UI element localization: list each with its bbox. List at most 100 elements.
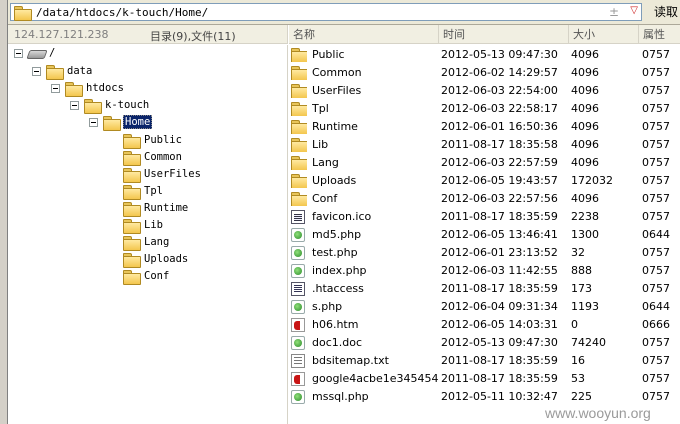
file-row[interactable]: UserFiles 2012-06-03 22:54:00 4096 0757 bbox=[289, 82, 680, 100]
file-row[interactable]: google4acbe1e3454543...2011-08-17 18:35:… bbox=[289, 370, 680, 388]
collapse-icon[interactable] bbox=[89, 117, 98, 127]
file-icon-cell bbox=[291, 354, 307, 368]
file-row[interactable]: h06.htm 2012-06-05 14:03:31 0 0666 bbox=[289, 316, 680, 334]
tree-node-userfiles[interactable]: UserFiles bbox=[123, 166, 202, 183]
folder-icon bbox=[291, 138, 307, 152]
tree-node-lang[interactable]: Lang bbox=[123, 234, 170, 251]
file-row[interactable]: bdsitemap.txt 2011-08-17 18:35:59 16 0757 bbox=[289, 352, 680, 370]
tree-node-lib[interactable]: Lib bbox=[123, 217, 164, 234]
file-row[interactable]: mssql.php 2012-05-11 10:32:47 225 0757 bbox=[289, 388, 680, 406]
file-row[interactable]: md5.php 2012-06-05 13:46:41 1300 0644 bbox=[289, 226, 680, 244]
path-bar: /data/htdocs/k-touch/Home/ ± ▽ 读取 bbox=[8, 0, 680, 25]
file-name: Common bbox=[312, 66, 362, 79]
collapse-icon[interactable] bbox=[32, 66, 41, 76]
file-list-header: 名称 时间 大小 属性 bbox=[289, 25, 680, 44]
tree-label: data bbox=[67, 65, 93, 77]
tree-node-data[interactable]: data bbox=[32, 63, 93, 80]
background-window-edge bbox=[0, 0, 8, 424]
file-perm: 0757 bbox=[642, 192, 670, 205]
clear-icon[interactable]: ± bbox=[609, 5, 619, 19]
column-perm[interactable]: 属性 bbox=[639, 25, 680, 44]
tree-node-public[interactable]: Public bbox=[123, 132, 183, 149]
column-size[interactable]: 大小 bbox=[569, 25, 639, 44]
chevron-down-icon[interactable]: ▽ bbox=[630, 5, 638, 16]
file-perm: 0757 bbox=[642, 336, 670, 349]
tree-node-conf[interactable]: Conf bbox=[123, 268, 170, 285]
file-perm: 0757 bbox=[642, 282, 670, 295]
column-name[interactable]: 名称 bbox=[289, 25, 439, 44]
file-name: index.php bbox=[312, 264, 367, 277]
file-row[interactable]: test.php 2012-06-01 23:13:52 32 0757 bbox=[289, 244, 680, 262]
file-row[interactable]: Tpl 2012-06-03 22:58:17 4096 0757 bbox=[289, 100, 680, 118]
tree-node-tpl[interactable]: Tpl bbox=[123, 183, 164, 200]
text-file-icon bbox=[291, 354, 305, 368]
file-name: Runtime bbox=[312, 120, 358, 133]
file-time: 2012-06-05 13:46:41 bbox=[441, 228, 558, 241]
file-time: 2012-06-03 22:58:17 bbox=[441, 102, 558, 115]
file-row[interactable]: doc1.doc 2012-05-13 09:47:30 74240 0757 bbox=[289, 334, 680, 352]
tree-node-k-touch[interactable]: k-touch bbox=[70, 97, 150, 114]
folder-icon bbox=[46, 64, 64, 80]
folder-icon bbox=[123, 184, 141, 200]
file-name: s.php bbox=[312, 300, 343, 313]
file-time: 2012-06-03 22:57:56 bbox=[441, 192, 558, 205]
tree-node-htdocs[interactable]: htdocs bbox=[51, 80, 125, 97]
file-name: .htaccess bbox=[312, 282, 364, 295]
file-name: h06.htm bbox=[312, 318, 359, 331]
folder-icon bbox=[291, 192, 307, 206]
file-time: 2012-06-05 19:43:57 bbox=[441, 174, 558, 187]
file-row[interactable]: Uploads 2012-06-05 19:43:57 172032 0757 bbox=[289, 172, 680, 190]
file-size: 16 bbox=[571, 354, 585, 367]
file-size: 53 bbox=[571, 372, 585, 385]
file-icon-cell bbox=[291, 318, 307, 332]
file-perm: 0757 bbox=[642, 210, 670, 223]
tree-node-home[interactable]: Home bbox=[89, 114, 153, 131]
file-perm: 0757 bbox=[642, 48, 670, 61]
file-name: Tpl bbox=[312, 102, 329, 115]
file-list-panel: 名称 时间 大小 属性 Public 2012-05-13 09:47:30 409… bbox=[289, 25, 680, 424]
php-file-icon bbox=[291, 300, 305, 314]
tree-node-runtime[interactable]: Runtime bbox=[123, 200, 189, 217]
file-row[interactable]: Lang 2012-06-03 22:57:59 4096 0757 bbox=[289, 154, 680, 172]
collapse-icon[interactable] bbox=[70, 100, 79, 110]
file-size: 4096 bbox=[571, 48, 599, 61]
file-icon-cell bbox=[291, 120, 307, 134]
file-row[interactable]: Lib 2011-08-17 18:35:58 4096 0757 bbox=[289, 136, 680, 154]
collapse-icon[interactable] bbox=[14, 48, 23, 58]
file-row[interactable]: Common 2012-06-02 14:29:57 4096 0757 bbox=[289, 64, 680, 82]
read-button[interactable]: 读取 bbox=[654, 3, 678, 20]
file-time: 2012-05-13 09:47:30 bbox=[441, 336, 558, 349]
file-perm: 0757 bbox=[642, 138, 670, 151]
tree-label: UserFiles bbox=[144, 168, 201, 180]
file-row[interactable]: Conf 2012-06-03 22:57:56 4096 0757 bbox=[289, 190, 680, 208]
tree-label: Lib bbox=[144, 219, 163, 231]
tree-label: / bbox=[49, 47, 56, 59]
file-row[interactable]: Runtime 2012-06-01 16:50:36 4096 0757 bbox=[289, 118, 680, 136]
column-time[interactable]: 时间 bbox=[439, 25, 569, 44]
path-text: /data/htdocs/k-touch/Home/ bbox=[36, 5, 209, 19]
file-row[interactable]: index.php 2012-06-03 11:42:55 888 0757 bbox=[289, 262, 680, 280]
file-name: bdsitemap.txt bbox=[312, 354, 389, 367]
file-row[interactable]: Public 2012-05-13 09:47:30 4096 0757 bbox=[289, 46, 680, 64]
folder-icon bbox=[291, 66, 307, 80]
collapse-icon[interactable] bbox=[51, 83, 60, 93]
file-size: 4096 bbox=[571, 102, 599, 115]
folder-icon bbox=[291, 174, 307, 188]
file-size: 32 bbox=[571, 246, 585, 259]
file-perm: 0757 bbox=[642, 390, 670, 403]
tree-node-uploads[interactable]: Uploads bbox=[123, 251, 189, 268]
tree-node-root[interactable]: / bbox=[14, 45, 56, 61]
file-perm: 0644 bbox=[642, 300, 670, 313]
file-name: Uploads bbox=[312, 174, 357, 187]
folder-icon bbox=[84, 98, 102, 114]
file-size: 2238 bbox=[571, 210, 599, 223]
file-row[interactable]: s.php 2012-06-04 09:31:34 1193 0644 bbox=[289, 298, 680, 316]
file-icon-cell bbox=[291, 84, 307, 98]
file-row[interactable]: favicon.ico 2011-08-17 18:35:59 2238 0757 bbox=[289, 208, 680, 226]
path-input[interactable]: /data/htdocs/k-touch/Home/ ± ▽ bbox=[10, 3, 642, 21]
tree-node-common[interactable]: Common bbox=[123, 149, 183, 166]
file-row[interactable]: .htaccess 2011-08-17 18:35:59 173 0757 bbox=[289, 280, 680, 298]
generic-file-icon bbox=[291, 282, 305, 296]
file-perm: 0644 bbox=[642, 228, 670, 241]
file-size: 1300 bbox=[571, 228, 599, 241]
